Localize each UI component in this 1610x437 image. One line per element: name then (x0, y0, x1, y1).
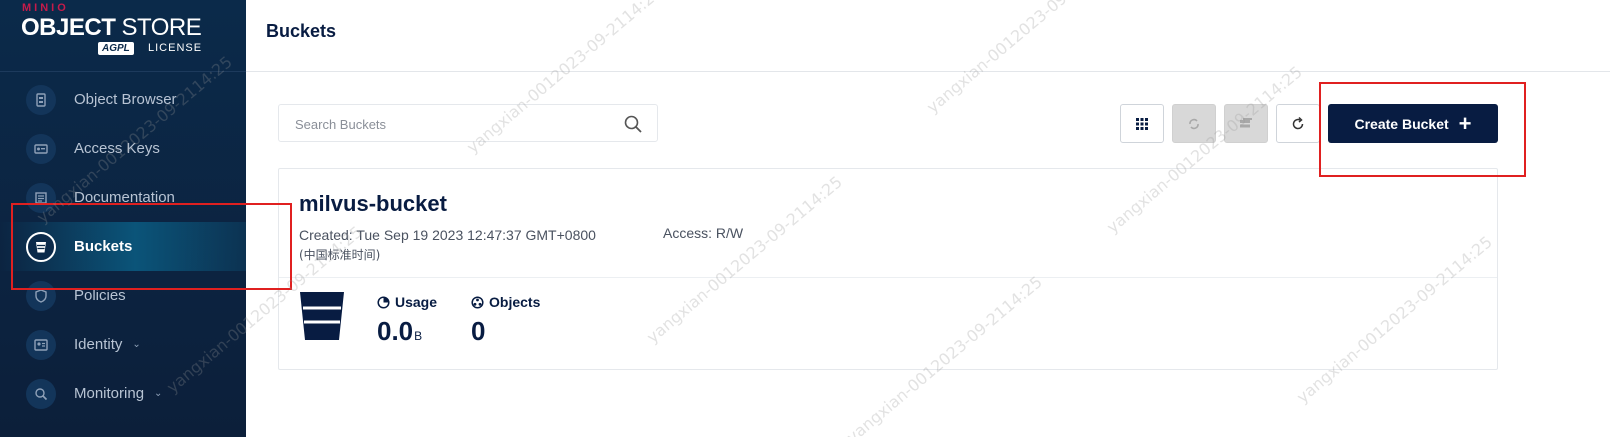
brand-store-thin: STORE (121, 14, 202, 41)
lifecycle-icon (1240, 117, 1252, 127)
sidebar-item-monitoring[interactable]: Monitoring ⌄ (0, 369, 246, 418)
replication-button[interactable] (1172, 104, 1216, 143)
objects-stat: Objects 0 (471, 294, 540, 347)
objects-label: Objects (471, 294, 540, 310)
objects-value: 0 (471, 316, 486, 346)
usage-label-text: Usage (395, 294, 438, 310)
object-browser-icon (26, 84, 56, 115)
bucket-card[interactable]: milvus-bucket Created: Tue Sep 19 2023 1… (278, 168, 1498, 370)
sidebar-item-label: Identity (74, 336, 123, 353)
usage-number: 0.0 (377, 316, 414, 346)
page-header: Buckets (246, 0, 1610, 72)
replication-icon (1189, 118, 1199, 129)
sidebar-item-identity[interactable]: Identity ⌄ (0, 320, 246, 369)
usage-stat: Usage 0.0B (377, 294, 437, 347)
refresh-button[interactable] (1276, 104, 1320, 143)
search-input[interactable] (295, 114, 615, 134)
objects-label-text: Objects (489, 294, 541, 310)
license-label: LICENSE (148, 42, 203, 54)
brand-logo[interactable]: MINIO OBJECT STORE AGPL LICENSE (0, 0, 246, 72)
brand-store-bold: OBJECT (21, 14, 116, 41)
page-title: Buckets (266, 21, 337, 41)
card-divider (279, 277, 1497, 278)
search-icon[interactable] (623, 114, 643, 134)
lifecycle-button[interactable] (1224, 104, 1268, 143)
brand-product-name: OBJECT STORE (21, 14, 202, 42)
license-badge: AGPL (98, 42, 134, 55)
bucket-icon (300, 292, 344, 340)
bucket-created-date: Created: Tue Sep 19 2023 12:47:37 GMT+08… (299, 225, 596, 265)
highlight-box-create-bucket (1319, 82, 1526, 177)
bucket-created-text: Created: Tue Sep 19 2023 12:47:37 GMT+08… (299, 227, 596, 243)
sidebar-item-access-keys[interactable]: Access Keys (0, 124, 246, 173)
usage-unit: B (414, 329, 423, 343)
chevron-down-icon[interactable]: ⌄ (132, 339, 140, 350)
sidebar-item-label: Monitoring (74, 385, 145, 402)
brand-minio: MINIO (22, 2, 69, 14)
sidebar-item-object-browser[interactable]: Object Browser (0, 75, 246, 124)
monitoring-icon (26, 378, 56, 409)
bucket-created-timezone: (中国标准时间) (299, 248, 381, 262)
sidebar-item-label: Object Browser (74, 91, 177, 108)
pie-chart-icon (377, 295, 390, 309)
grid-icon (1136, 117, 1148, 130)
identity-icon (26, 329, 56, 360)
sidebar-item-label: Access Keys (74, 140, 160, 157)
highlight-box-buckets (11, 203, 292, 290)
bucket-access: Access: R/W (663, 225, 744, 241)
app-root: MINIO OBJECT STORE AGPL LICENSE Object B… (0, 0, 1610, 437)
grid-view-button[interactable] (1120, 104, 1164, 143)
usage-label: Usage (377, 294, 437, 310)
bucket-name[interactable]: milvus-bucket (299, 191, 447, 217)
chevron-down-icon[interactable]: ⌄ (154, 388, 162, 399)
access-keys-icon (26, 133, 56, 164)
objects-icon (471, 295, 484, 309)
usage-value: 0.0B (377, 316, 437, 347)
search-box (278, 104, 658, 142)
refresh-icon (1292, 116, 1304, 129)
